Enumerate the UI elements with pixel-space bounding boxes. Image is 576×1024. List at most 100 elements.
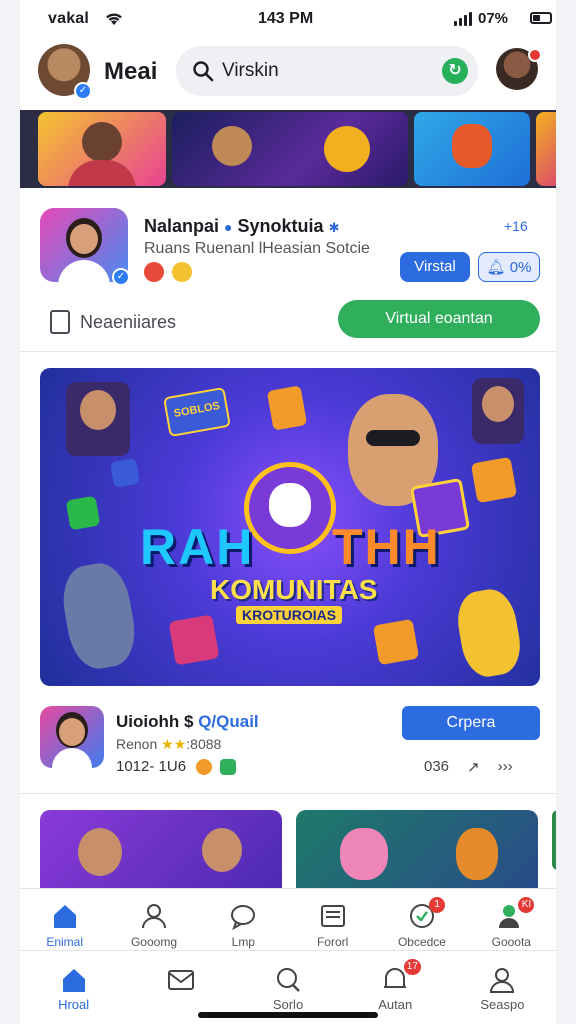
tab-label: Lmp [231,935,255,949]
post-meta-suffix: :8088 [186,736,222,752]
person-photo [66,382,130,456]
primary-tab-bar: Enimal Gooomg Lmp Fororl 1 Obcedce KI Go… [20,888,556,950]
tab-label: Gooomg [130,935,177,949]
post-author: Uioiohh $ Q/Quail [116,712,259,732]
smile-face-icon [172,262,192,282]
tab-label: Autan [378,997,413,1012]
search-bar[interactable]: ↻ [176,46,478,96]
letter-tile-icon [372,618,420,666]
virtual-action-button[interactable]: Virtual eoantan [338,300,540,338]
share-arrow-icon[interactable]: ↗ [467,758,480,776]
play-icon [220,759,237,776]
post-stats-text: 1012- 1U6 [116,758,187,775]
tab-enimal[interactable]: Enimal [20,889,109,950]
cat-character [452,585,526,681]
grid-card[interactable] [552,810,556,870]
tab-label: Seaspo [480,997,525,1012]
fire-icon [196,759,213,776]
tab-lmp[interactable]: Lmp [199,889,288,950]
stories-strip[interactable] [20,110,556,188]
verified-icon: ● [224,219,233,235]
home-icon [53,905,76,928]
tab-label: Sorlo [272,997,304,1012]
document-icon [50,310,70,334]
open-button[interactable]: Crpera [402,706,540,740]
banner-word-left: RAH [140,519,255,575]
notification-dot-icon [528,48,542,62]
wizard-character [57,559,141,673]
tab-label: Obcedce [397,935,446,949]
content-grid [20,810,556,890]
tab-gooota[interactable]: KI Gooota [467,889,556,950]
home-indicator[interactable] [198,1012,378,1018]
battery-icon [530,12,552,24]
post-meta-prefix: Renon [116,736,158,752]
gift-icon [109,457,141,489]
notification-badge: KI [518,897,535,913]
post-author-handle[interactable]: Q/Quail [198,712,258,731]
angry-face-icon [144,262,164,282]
badge-tile-label: SOBLOS [172,400,221,420]
post-avatar[interactable] [40,706,104,768]
story-card[interactable] [536,112,556,186]
app-title: Meai [104,58,158,85]
star-icon: ✱ [328,220,340,235]
more-icon[interactable]: ››› [498,758,513,776]
story-card[interactable] [414,112,530,186]
percent-chip[interactable]: 🔔︎ 0% [478,252,540,282]
profile-name: Nalanpai ● Synoktuia ✱ [144,216,339,237]
settings-tile-icon [470,456,518,504]
tab-gooomg[interactable]: Gooomg [109,889,198,950]
story-card[interactable] [38,112,166,186]
post-row: Uioiohh $ Q/Quail Renon ★★:8088 1012- 1U… [20,700,556,794]
people-icon [141,904,166,929]
person-photo [472,378,524,444]
profile-icon [490,968,515,993]
profile-name-text: Nalanpai [144,216,220,236]
tab-fororl[interactable]: Fororl [288,889,377,950]
banner-subtitle: KROTUROIAS [236,606,343,624]
profile-card: ✓ Nalanpai ● Synoktuia ✱ +16 Ruans Ruena… [20,192,556,352]
tab-hroal[interactable]: Hroal [20,951,127,1024]
mascot-logo [244,462,336,554]
clock-text: 143 PM [258,10,314,27]
bell-icon: 🔔︎ [486,259,506,276]
chat-bubble-icon [65,495,101,531]
banner-title: KOMUNITAS [210,574,378,605]
tab-obcedce[interactable]: 1 Obcedce [377,889,466,950]
members-link-label: Neaeniiares [80,311,177,332]
signal-icon [454,12,472,26]
search-input[interactable] [222,58,422,84]
rating-stars-icon: ★★ [161,736,187,752]
grid-card[interactable] [40,810,282,890]
notification-badge: 17 [403,959,421,975]
wifi-icon [106,13,122,25]
status-bar: vakal 143 PM 07% [20,0,556,38]
members-link[interactable]: Neaeniiares [50,310,176,334]
inbox-icon [167,970,194,990]
story-card[interactable] [172,112,408,186]
virstal-chip[interactable]: Virstal [400,252,470,282]
search-icon [277,968,300,992]
grid-card[interactable] [296,810,538,890]
refresh-icon[interactable]: ↻ [442,58,468,84]
home-icon [62,969,85,992]
post-actions: 036 ↗ ››› [424,758,513,776]
profile-subtitle: Ruans Ruenanl lHeasian Sotcie [144,240,370,257]
notification-badge: 1 [429,897,446,913]
photo-tile-icon [168,614,220,666]
post-meta: Renon ★★:8088 [116,736,221,753]
tab-label: Hroal [58,997,90,1012]
verified-badge-icon: ✓ [112,268,130,286]
percent-chip-label: 0% [509,259,532,276]
tab-label: Fororl [316,935,349,949]
app-frame: vakal 143 PM 07% ✓ Meai ↻ [20,0,556,1024]
tab-seaspo[interactable]: Seaspo [449,951,556,1024]
follower-count: +16 [504,218,528,234]
reaction-icons [144,262,192,282]
banner-word-right: THH [332,519,441,575]
chat-icon [231,905,256,931]
share-count: 036 [424,758,450,775]
news-icon [320,905,345,927]
community-banner[interactable]: SOBLOS RAH THH KOMUNITAS KROTUROIAS [40,368,540,686]
